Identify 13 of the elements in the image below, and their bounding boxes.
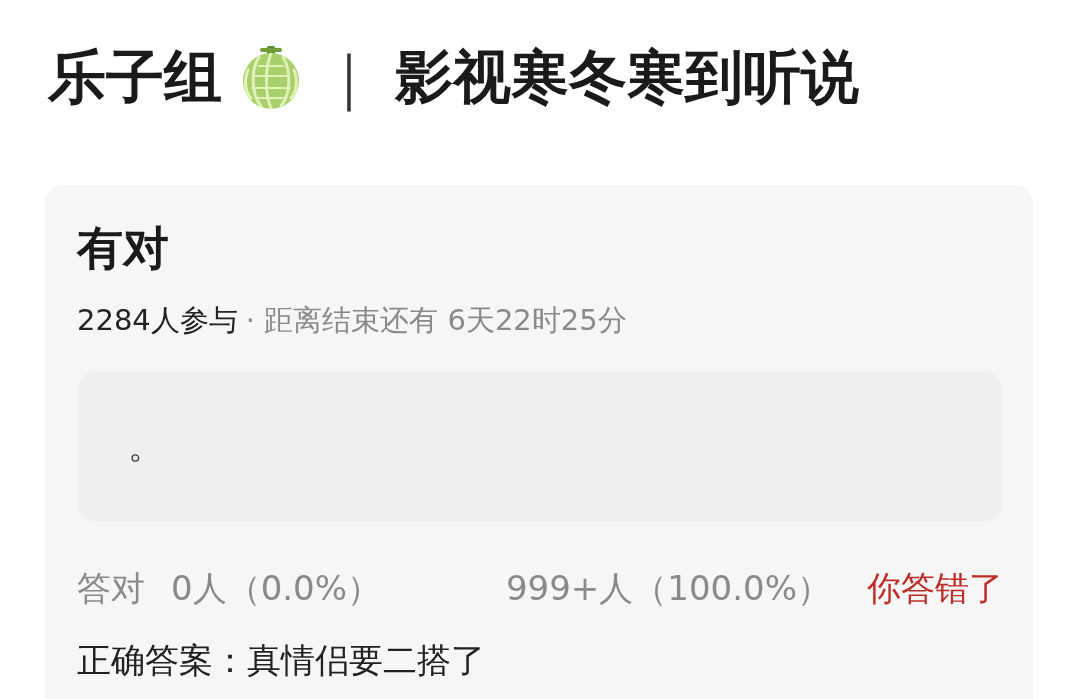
melon-icon — [240, 46, 302, 110]
time-remaining: · 距离结束还有 6天22时25分 — [245, 302, 627, 340]
stat-value: 0人（0.0%） — [171, 566, 381, 610]
participant-count: 2284人参与 — [77, 302, 238, 340]
title-separator: ｜ — [320, 43, 377, 113]
poll-title: 有对 — [77, 221, 170, 277]
stat-label: 答对 — [77, 566, 145, 610]
correct-answer: 正确答案：真情侣要二搭了 — [77, 639, 486, 683]
answer-result: 你答错了 — [867, 566, 1003, 610]
answer-box: 。 — [77, 371, 1003, 521]
stat-value: 999+人（100.0%） — [505, 566, 831, 610]
topic-title: 影视寒冬寒到听说 — [395, 43, 859, 113]
group-name: 乐子组 — [48, 43, 222, 113]
